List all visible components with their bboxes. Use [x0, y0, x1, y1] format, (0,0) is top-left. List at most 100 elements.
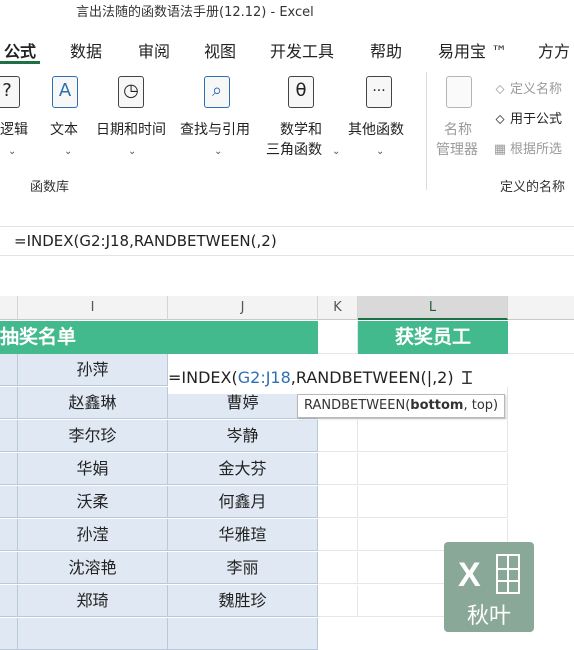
formula-bar[interactable]: =INDEX(G2:J18,RANDBETWEEN(,2) — [0, 226, 574, 256]
excel-x-icon: X — [458, 556, 481, 594]
sheet-grid-icon — [496, 554, 520, 594]
cell-l[interactable] — [358, 486, 508, 518]
logical-label: 逻辑 — [0, 122, 28, 138]
list-banner-text: 抽奖名单 — [0, 326, 77, 348]
chevron-down-icon: ⌄ — [214, 146, 223, 157]
watermark-text: 秋叶 — [466, 604, 511, 629]
function-tooltip: RANDBETWEEN(bottom, top) — [297, 394, 506, 418]
grid-select-icon: ▦ — [493, 142, 507, 157]
math-trig-button[interactable]: θ 数学和 三角函数 ⌄ — [266, 76, 342, 176]
table-cell[interactable]: 魏胜珍 — [168, 585, 318, 617]
table-cell[interactable]: 郑琦 — [18, 585, 168, 617]
function-library-group-label: 函数库 — [30, 180, 70, 195]
tab-data[interactable]: 数据 — [70, 38, 102, 62]
cell-k[interactable] — [318, 453, 358, 485]
date-time-button[interactable]: ◷ 日期和时间 ⌄ — [96, 76, 172, 176]
lookup-reference-label: 查找与引用 — [180, 122, 250, 138]
date-time-label: 日期和时间 — [96, 122, 166, 138]
active-tab-indicator — [0, 61, 40, 64]
name-manager-button[interactable]: 名称 管理器 — [436, 76, 486, 176]
tab-view[interactable]: 视图 — [204, 38, 236, 62]
formula-tag-icon: ⬦ — [495, 112, 505, 127]
chevron-down-icon: ⌄ — [128, 146, 137, 157]
table-cell[interactable] — [0, 486, 18, 518]
table-cell[interactable] — [168, 618, 318, 650]
cell-k1[interactable] — [318, 321, 358, 354]
window-title: 言出法随的函数语法手册(12.12) - Excel — [76, 5, 314, 20]
more-functions-label: 其他函数 — [348, 122, 404, 138]
define-name-button[interactable]: ⬦ 定义名称 — [492, 78, 562, 97]
table-cell[interactable] — [0, 387, 18, 419]
list-banner[interactable]: 抽奖名单 — [0, 321, 318, 354]
chevron-down-icon: ⌄ — [332, 146, 341, 157]
column-header-m[interactable] — [508, 296, 574, 320]
chevron-down-icon: ⌄ — [376, 146, 385, 157]
table-cell[interactable]: 岑静 — [168, 420, 318, 452]
table-cell[interactable] — [0, 354, 18, 386]
table-cell[interactable] — [0, 453, 18, 485]
column-header-l[interactable]: L — [358, 296, 508, 320]
table-cell[interactable] — [0, 618, 18, 650]
chevron-down-icon: ⌄ — [64, 146, 73, 157]
defined-names-group-label: 定义的名称 — [500, 180, 566, 195]
tab-review[interactable]: 审阅 — [138, 38, 170, 62]
tab-easy-tools[interactable]: 易用宝 ™ — [438, 38, 507, 62]
table-cell[interactable] — [0, 552, 18, 584]
formula-text[interactable]: =INDEX(G2:J18,RANDBETWEEN(,2) — [14, 232, 277, 250]
tab-help[interactable]: 帮助 — [370, 38, 402, 62]
table-cell[interactable]: 何鑫月 — [168, 486, 318, 518]
cell-k[interactable] — [318, 519, 358, 551]
table-cell[interactable] — [18, 618, 168, 650]
chevron-down-icon: ⌄ — [8, 146, 17, 157]
text-label: 文本 — [50, 122, 78, 138]
cell-l[interactable] — [358, 453, 508, 485]
table-cell[interactable]: 金大芬 — [168, 453, 318, 485]
tab-developer[interactable]: 开发工具 — [270, 38, 334, 62]
tab-formulas[interactable]: 公式 — [4, 38, 36, 62]
column-header-k[interactable]: K — [318, 296, 358, 320]
use-in-formula-button[interactable]: ⬦ 用于公式 — [492, 108, 562, 127]
logical-button[interactable]: ? 逻辑 ⌄ — [0, 76, 40, 176]
column-header-i[interactable]: I — [18, 296, 168, 320]
math-trig-label-line2: 三角函数 — [266, 142, 322, 158]
watermark-logo: X 秋叶 — [444, 542, 534, 632]
cell-edit-formula[interactable]: =INDEX(G2:J18,RANDBETWEEN(|,2) — [168, 362, 454, 394]
table-cell[interactable]: 沈溶艳 — [18, 552, 168, 584]
cell-k[interactable] — [318, 420, 358, 452]
table-cell[interactable]: 孙滢 — [18, 519, 168, 551]
cell-k[interactable] — [318, 552, 358, 584]
tab-fangfang[interactable]: 方方 — [538, 38, 570, 62]
table-cell[interactable]: 沃柔 — [18, 486, 168, 518]
table-cell[interactable]: 李丽 — [168, 552, 318, 584]
table-cell[interactable]: 李尔珍 — [18, 420, 168, 452]
table-cell[interactable] — [0, 519, 18, 551]
cell-k[interactable] — [318, 585, 358, 617]
table-cell[interactable] — [0, 585, 18, 617]
table-cell[interactable]: 华娟 — [18, 453, 168, 485]
more-functions-button[interactable]: ··· 其他函数 ⌄ — [348, 76, 414, 176]
winner-banner-text: 获奖员工 — [394, 326, 471, 348]
cell-k[interactable] — [318, 486, 358, 518]
ibeam-cursor-icon: Ɪ — [462, 368, 473, 389]
tooltip-current-arg[interactable]: bottom — [410, 398, 463, 413]
range-reference: G2:J18 — [237, 368, 291, 387]
cell-l[interactable] — [358, 420, 508, 452]
math-trig-label: 数学和 — [280, 122, 322, 138]
lookup-reference-button[interactable]: ⌕ 查找与引用 ⌄ — [180, 76, 256, 176]
table-cell[interactable]: 华雅瑄 — [168, 519, 318, 551]
ribbon-tabs: 公式 数据 审阅 视图 开发工具 帮助 易用宝 ™ 方方 — [0, 33, 574, 65]
table-cell[interactable] — [0, 420, 18, 452]
column-header-h[interactable] — [0, 296, 18, 320]
create-from-selection-button[interactable]: ▦ 根据所选 — [492, 138, 562, 157]
winner-banner[interactable]: 获奖员工 — [358, 321, 508, 354]
name-manager-label-line2: 管理器 — [436, 142, 478, 158]
group-separator — [426, 72, 427, 190]
text-button[interactable]: A 文本 ⌄ — [48, 76, 88, 176]
ribbon: ? 逻辑 ⌄ A 文本 ⌄ ◷ 日期和时间 ⌄ ⌕ 查找与引用 ⌄ θ 数学和 … — [0, 66, 574, 196]
column-header-j[interactable]: J — [168, 296, 318, 320]
cell-m1[interactable] — [508, 321, 574, 354]
name-manager-label: 名称 — [444, 122, 472, 138]
table-cell[interactable]: 孙萍 — [18, 354, 168, 386]
name-tag-icon — [446, 76, 472, 108]
table-cell[interactable]: 赵鑫琳 — [18, 387, 168, 419]
